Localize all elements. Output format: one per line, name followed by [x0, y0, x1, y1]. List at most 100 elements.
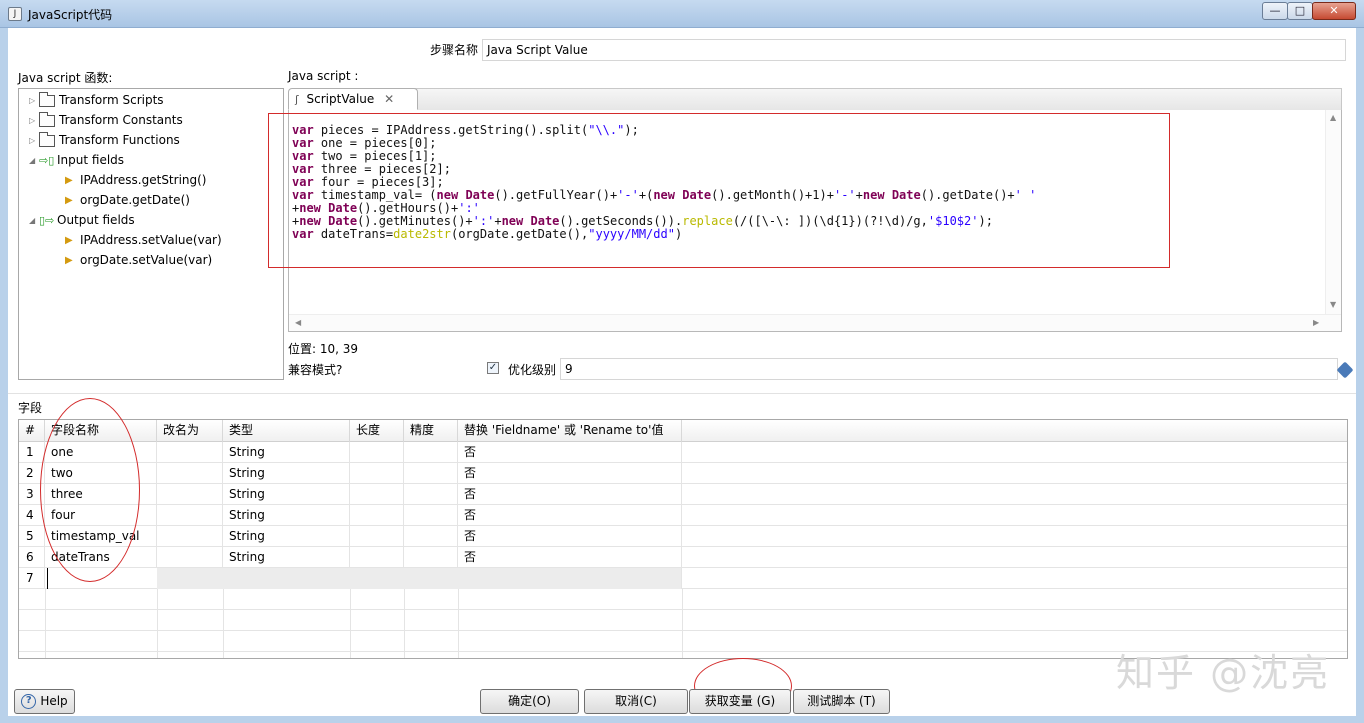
scroll-down-icon[interactable]: ▼	[1330, 300, 1336, 309]
column-header-index[interactable]: #	[19, 420, 45, 442]
column-header-replace[interactable]: 替换 'Fieldname' 或 'Rename to'值	[458, 420, 682, 442]
cell-type[interactable]: String	[223, 484, 350, 505]
cell-type[interactable]: String	[223, 442, 350, 463]
cell-length[interactable]	[350, 442, 404, 463]
cell-rename[interactable]	[157, 526, 223, 547]
minimize-button[interactable]: —	[1262, 2, 1288, 20]
cell-type[interactable]: String	[223, 505, 350, 526]
step-name-label: 步骤名称	[430, 43, 479, 57]
help-button[interactable]: ? Help	[14, 689, 75, 714]
get-variables-button[interactable]: 获取变量 (G)	[689, 689, 791, 714]
expand-icon[interactable]: ▷	[29, 131, 39, 151]
close-tab-icon[interactable]: ✕	[384, 92, 394, 106]
cell-length[interactable]	[350, 547, 404, 568]
cell-rename[interactable]	[157, 484, 223, 505]
cell-replace[interactable]: 否	[458, 505, 682, 526]
cell-length[interactable]	[350, 463, 404, 484]
cell-precision[interactable]	[404, 463, 458, 484]
collapse-icon[interactable]: ◢	[29, 151, 39, 171]
tree-item-transform-functions[interactable]: ▷ Transform Functions	[29, 130, 180, 150]
fields-table[interactable]: # 字段名称 改名为 类型 长度 精度 替换 'Fieldname' 或 'Re…	[18, 419, 1348, 659]
cell-rename[interactable]	[157, 442, 223, 463]
tree-item-input-fields[interactable]: ◢ ⇨▯ Input fields	[29, 150, 124, 170]
cell-length[interactable]	[350, 484, 404, 505]
close-button[interactable]: ✕	[1312, 2, 1356, 20]
row-number: 4	[19, 505, 45, 526]
step-name-input[interactable]: Java Script Value	[482, 39, 1346, 61]
cell-fieldname[interactable]: three	[45, 484, 157, 505]
cell-type[interactable]: String	[223, 463, 350, 484]
cell-rename[interactable]	[157, 463, 223, 484]
cell-precision[interactable]	[404, 505, 458, 526]
table-row[interactable]: 5 timestamp_val String 否	[19, 526, 1347, 547]
scroll-up-icon[interactable]: ▲	[1330, 113, 1336, 122]
column-header-fieldname[interactable]: 字段名称	[45, 420, 157, 442]
tree-item-transform-constants[interactable]: ▷ Transform Constants	[29, 110, 183, 130]
table-row[interactable]: 3 three String 否	[19, 484, 1347, 505]
table-row[interactable]: 6 dateTrans String 否	[19, 547, 1347, 568]
optimize-level-input[interactable]: 9	[560, 358, 1338, 380]
tree-item-transform-scripts[interactable]: ▷ Transform Scripts	[29, 90, 164, 110]
cell-rename[interactable]	[157, 505, 223, 526]
column-header-precision[interactable]: 精度	[404, 420, 458, 442]
cell-precision[interactable]	[404, 526, 458, 547]
column-header-type[interactable]: 类型	[223, 420, 350, 442]
scroll-right-icon[interactable]: ▶	[1313, 318, 1319, 327]
tab-scriptvalue[interactable]: ʃ ScriptValue ✕	[288, 88, 418, 110]
ok-button[interactable]: 确定(O)	[480, 689, 579, 714]
collapse-icon[interactable]: ◢	[29, 211, 39, 231]
cell-new-row-fill[interactable]	[157, 568, 682, 589]
compat-mode-checkbox[interactable]: ✓	[487, 362, 499, 374]
variable-diamond-icon[interactable]	[1336, 361, 1354, 379]
tree-item-output-fields[interactable]: ◢ ▯⇨ Output fields	[29, 210, 135, 230]
maximize-button[interactable]: □	[1287, 2, 1313, 20]
script-code[interactable]: var pieces = IPAddress.getString().split…	[292, 124, 1036, 241]
cell-fieldname[interactable]: two	[45, 463, 157, 484]
cell-type[interactable]: String	[223, 526, 350, 547]
cell-precision[interactable]	[404, 484, 458, 505]
table-row[interactable]: 2 two String 否	[19, 463, 1347, 484]
script-editor[interactable]: var pieces = IPAddress.getString().split…	[288, 110, 1342, 332]
script-tabs: ʃ ScriptValue ✕	[288, 88, 1342, 110]
functions-label: Java script 函数:	[18, 71, 113, 85]
cell-fieldname-editing[interactable]	[47, 568, 159, 589]
cell-replace[interactable]: 否	[458, 484, 682, 505]
tree-item-ipaddress-getstring[interactable]: ▶ IPAddress.getString()	[65, 170, 207, 190]
cell-replace[interactable]: 否	[458, 547, 682, 568]
table-row[interactable]: 1 one String 否	[19, 442, 1347, 463]
expand-icon[interactable]: ▷	[29, 111, 39, 131]
grid-line	[157, 589, 158, 658]
table-row-new[interactable]: 7	[19, 568, 1347, 589]
cell-precision[interactable]	[404, 547, 458, 568]
cell-length[interactable]	[350, 505, 404, 526]
editor-horizontal-scrollbar[interactable]: ◀ ▶	[289, 314, 1341, 331]
expand-icon[interactable]: ▷	[29, 91, 39, 111]
cell-fieldname[interactable]: four	[45, 505, 157, 526]
tree-item-orgdate-setvalue[interactable]: ▶ orgDate.setValue(var)	[65, 250, 212, 270]
cell-type[interactable]: String	[223, 547, 350, 568]
cell-fieldname[interactable]: one	[45, 442, 157, 463]
optimize-level-label: 优化级别	[508, 363, 557, 377]
window-title: JavaScript代码	[28, 8, 113, 22]
cell-fieldname[interactable]: timestamp_val	[45, 526, 157, 547]
functions-tree[interactable]: ▷ Transform Scripts ▷ Transform Constants …	[18, 88, 284, 380]
editor-vertical-scrollbar[interactable]: ▲ ▼	[1325, 110, 1341, 314]
tree-item-orgdate-getdate[interactable]: ▶ orgDate.getDate()	[65, 190, 190, 210]
cell-length[interactable]	[350, 526, 404, 547]
cell-replace[interactable]: 否	[458, 463, 682, 484]
cell-precision[interactable]	[404, 442, 458, 463]
cell-replace[interactable]: 否	[458, 526, 682, 547]
test-script-button[interactable]: 测试脚本 (T)	[793, 689, 890, 714]
column-header-length[interactable]: 长度	[350, 420, 404, 442]
cancel-button[interactable]: 取消(C)	[584, 689, 688, 714]
scroll-left-icon[interactable]: ◀	[295, 318, 301, 327]
cell-fieldname[interactable]: dateTrans	[45, 547, 157, 568]
column-header-rename[interactable]: 改名为	[157, 420, 223, 442]
cell-replace[interactable]: 否	[458, 442, 682, 463]
tree-item-ipaddress-setvalue[interactable]: ▶ IPAddress.setValue(var)	[65, 230, 222, 250]
compat-mode-label: 兼容模式?	[288, 363, 343, 377]
script-icon: ʃ	[295, 93, 299, 106]
folder-icon	[39, 111, 55, 127]
table-row[interactable]: 4 four String 否	[19, 505, 1347, 526]
cell-rename[interactable]	[157, 547, 223, 568]
